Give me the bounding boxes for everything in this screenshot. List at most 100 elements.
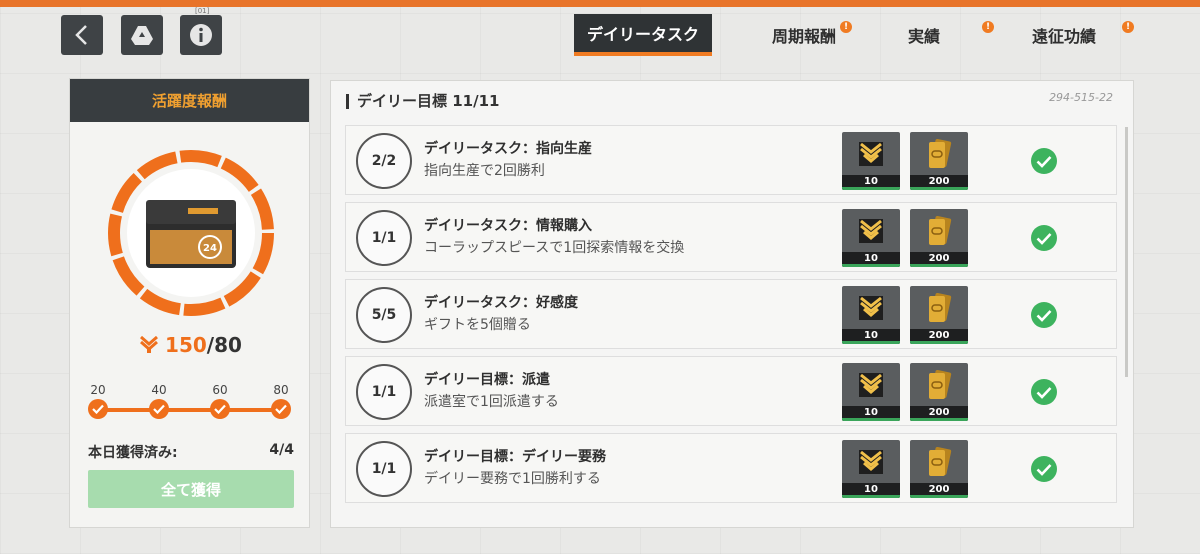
reward-quantity: 200 (910, 329, 968, 344)
reward-item-gold[interactable]: 200 (910, 286, 968, 344)
milestone-check-icon[interactable] (88, 399, 108, 419)
tab-expedition-merits[interactable]: 遠征功績 (994, 14, 1134, 56)
task-description: 指向生産で2回勝利 (424, 163, 545, 179)
reward-quantity: 10 (842, 252, 900, 267)
task-progress: 1/1 (356, 364, 412, 420)
reward-item-gold[interactable]: 200 (910, 209, 968, 267)
reward-quantity: 10 (842, 483, 900, 498)
tab-daily-tasks[interactable]: デイリータスク (574, 14, 712, 56)
completed-check-icon (1031, 456, 1057, 482)
task-title: デイリータスク：好感度 (424, 295, 578, 311)
completed-check-icon (1031, 148, 1057, 174)
task-title: デイリータスク：情報購入 (424, 218, 592, 234)
tab-label: デイリータスク (586, 25, 699, 44)
tab-label: 実績 (907, 27, 940, 46)
rank-badge-icon (859, 373, 883, 397)
task-title: デイリータスク：指向生産 (424, 141, 592, 157)
task-row: 1/1 デイリー目標：デイリー要務 デイリー要務で1回勝利する 10 200 (345, 433, 1117, 503)
reward-quantity: 200 (910, 175, 968, 190)
milestone-check-icon[interactable] (210, 399, 230, 419)
task-description: 派遣室で1回派遣する (424, 394, 559, 410)
task-row: 1/1 デイリータスク：情報購入コーラップスピースで1回探索情報を交換 10 200 (345, 202, 1117, 272)
reward-item-activity[interactable]: 10 (842, 363, 900, 421)
tab-alert-badge: ! (1122, 21, 1134, 33)
activity-score: 150/80 (70, 333, 311, 357)
task-title: デイリー目標：デイリー要務 (424, 449, 606, 465)
triangle-logo-icon (131, 26, 153, 45)
milestone-check-icon[interactable] (271, 399, 291, 419)
supply-chest-icon: 24 (146, 200, 236, 268)
reward-item-gold[interactable]: 200 (910, 132, 968, 190)
panel-title: 活躍度報酬 (70, 79, 309, 122)
reward-item-activity[interactable]: 10 (842, 132, 900, 190)
task-row: 5/5 デイリータスク：好感度 ギフトを5個贈る 10 200 (345, 279, 1117, 349)
task-description: ギフトを5個贈る (424, 317, 531, 333)
milestone-label: 60 (212, 383, 228, 397)
claimed-value: 4/4 (269, 442, 294, 458)
gold-bar-icon (929, 138, 952, 168)
reward-quantity: 200 (910, 483, 968, 498)
top-accent-stripe (0, 0, 1200, 7)
reward-quantity: 200 (910, 406, 968, 421)
back-button[interactable] (61, 15, 103, 55)
task-progress: 1/1 (356, 441, 412, 497)
info-icon (190, 24, 212, 46)
chest-number: 24 (203, 243, 217, 254)
panel-code: 294-515-22 (1049, 91, 1113, 104)
daily-goals-title: デイリー目標 11/11 (346, 94, 499, 109)
task-row: 1/1 デイリー目標：派遣 派遣室で1回派遣する 10 200 (345, 356, 1117, 426)
task-row: 2/2 デイリータスク：指向生産 指向生産で2回勝利 10 200 (345, 125, 1117, 195)
tab-alert-badge: ! (982, 21, 994, 33)
drive-button[interactable] (121, 15, 163, 55)
task-progress: 5/5 (356, 287, 412, 343)
tab-achievements[interactable]: 実績 (874, 14, 974, 56)
reward-quantity: 10 (842, 329, 900, 344)
chevron-left-icon (75, 25, 87, 45)
reward-item-gold[interactable]: 200 (910, 363, 968, 421)
info-badge: [01] (195, 7, 210, 15)
score-current: 150 (165, 333, 207, 357)
milestone-label: 80 (273, 383, 289, 397)
reward-quantity: 10 (842, 175, 900, 190)
tab-alert-badge: ! (840, 21, 852, 33)
score-separator: / (206, 333, 215, 357)
activity-ring: 24 (106, 148, 276, 318)
info-button[interactable] (180, 15, 222, 55)
milestone-labels: 20 40 60 80 (88, 383, 293, 397)
reward-quantity: 10 (842, 406, 900, 421)
reward-quantity: 200 (910, 252, 968, 267)
milestone-label: 40 (151, 383, 167, 397)
gold-bar-icon (929, 446, 952, 476)
scrollbar[interactable] (1125, 127, 1128, 377)
milestone-track (98, 408, 282, 412)
reward-item-gold[interactable]: 200 (910, 440, 968, 498)
chevron-stack-icon (140, 336, 159, 353)
tab-label: 周期報酬 (771, 27, 836, 46)
reward-item-activity[interactable]: 10 (842, 209, 900, 267)
completed-check-icon (1031, 379, 1057, 405)
gold-bar-icon (929, 215, 952, 245)
task-description: コーラップスピースで1回探索情報を交換 (424, 240, 685, 256)
gold-bar-icon (929, 369, 952, 399)
milestone-label: 20 (90, 383, 106, 397)
claimed-today: 本日獲得済み: 4/4 (88, 442, 294, 462)
completed-check-icon (1031, 302, 1057, 328)
gold-bar-icon (929, 292, 952, 322)
milestone-check-icon[interactable] (149, 399, 169, 419)
tab-bar: デイリータスク 周期報酬 ! 実績 ! 遠征功績 ! (574, 14, 1134, 56)
tab-label: 遠征功績 (1031, 27, 1096, 46)
reward-item-activity[interactable]: 10 (842, 286, 900, 344)
rank-badge-icon (859, 296, 883, 320)
reward-item-activity[interactable]: 10 (842, 440, 900, 498)
rank-badge-icon (859, 219, 883, 243)
tab-periodic-rewards[interactable]: 周期報酬 (734, 14, 874, 56)
claimed-label: 本日獲得済み: (88, 445, 178, 461)
task-description: デイリー要務で1回勝利する (424, 471, 601, 487)
task-progress: 1/1 (356, 210, 412, 266)
claim-all-button[interactable]: 全て獲得 (88, 470, 294, 508)
completed-check-icon (1031, 225, 1057, 251)
rank-badge-icon (859, 450, 883, 474)
activity-reward-panel: 活躍度報酬 24 150/80 20 40 60 80 本日獲得済み: 4/4 … (69, 78, 310, 528)
task-progress: 2/2 (356, 133, 412, 189)
score-target: 80 (214, 333, 242, 357)
